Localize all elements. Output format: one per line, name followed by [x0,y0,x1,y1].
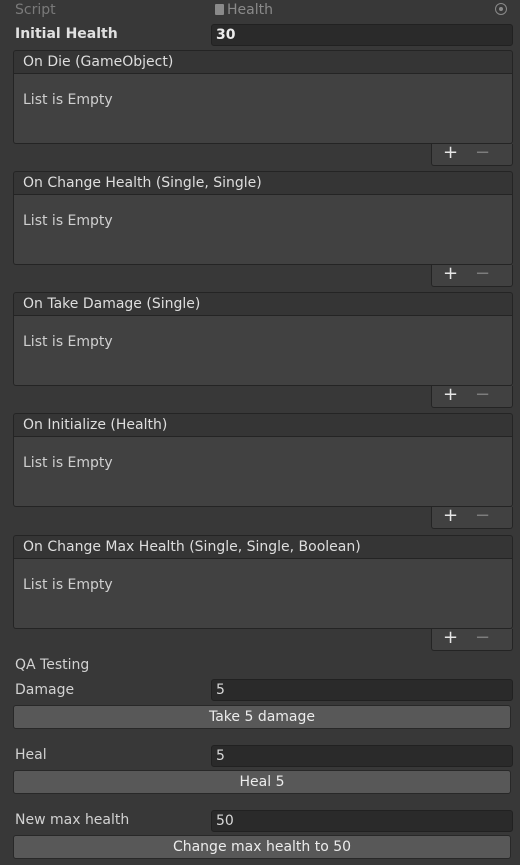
script-field[interactable]: Health [211,0,513,20]
list-empty-text: List is Empty [23,213,113,229]
heal-field[interactable]: 5 [211,745,513,767]
event-header[interactable]: On Change Health (Single, Single) [13,171,513,195]
add-listener-button[interactable]: + [443,264,458,284]
event-list-footer: + − [431,506,513,529]
list-empty-text: List is Empty [23,455,113,471]
take-damage-button[interactable]: Take 5 damage [13,705,511,729]
qa-section-title: QA Testing [15,657,90,673]
event-list-body: List is Empty [13,316,513,386]
remove-listener-button[interactable]: − [475,385,490,405]
event-list-footer: + − [431,143,513,166]
initial-health-field[interactable]: 30 [211,24,513,46]
script-file-icon [215,4,224,15]
remove-listener-button[interactable]: − [475,143,490,163]
max-health-label: New max health [15,812,130,828]
add-listener-button[interactable]: + [443,628,458,648]
object-picker-icon[interactable] [495,3,507,15]
script-label: Script [15,2,56,18]
event-on-change-health: On Change Health (Single, Single) List i… [13,171,513,287]
damage-field[interactable]: 5 [211,679,513,701]
event-header[interactable]: On Take Damage (Single) [13,292,513,316]
list-empty-text: List is Empty [23,92,113,108]
heal-button[interactable]: Heal 5 [13,770,511,794]
remove-listener-button[interactable]: − [475,506,490,526]
script-value: Health [227,2,273,18]
event-list-footer: + − [431,628,513,651]
initial-health-label: Initial Health [15,26,118,42]
event-on-take-damage: On Take Damage (Single) List is Empty + … [13,292,513,408]
event-list-body: List is Empty [13,559,513,629]
event-header[interactable]: On Change Max Health (Single, Single, Bo… [13,535,513,559]
event-list-footer: + − [431,385,513,408]
event-list-body: List is Empty [13,437,513,507]
remove-listener-button[interactable]: − [475,264,490,284]
add-listener-button[interactable]: + [443,143,458,163]
event-header[interactable]: On Initialize (Health) [13,413,513,437]
add-listener-button[interactable]: + [443,385,458,405]
list-empty-text: List is Empty [23,577,113,593]
heal-label: Heal [15,747,47,763]
change-max-health-button[interactable]: Change max health to 50 [13,835,511,859]
damage-label: Damage [15,682,75,698]
event-list-body: List is Empty [13,195,513,265]
event-on-die: On Die (GameObject) List is Empty + − [13,50,513,166]
add-listener-button[interactable]: + [443,506,458,526]
event-on-change-max-health: On Change Max Health (Single, Single, Bo… [13,535,513,651]
event-on-initialize: On Initialize (Health) List is Empty + − [13,413,513,529]
event-list-footer: + − [431,264,513,287]
max-health-field[interactable]: 50 [211,810,513,832]
remove-listener-button[interactable]: − [475,628,490,648]
event-list-body: List is Empty [13,74,513,144]
event-header[interactable]: On Die (GameObject) [13,50,513,74]
list-empty-text: List is Empty [23,334,113,350]
